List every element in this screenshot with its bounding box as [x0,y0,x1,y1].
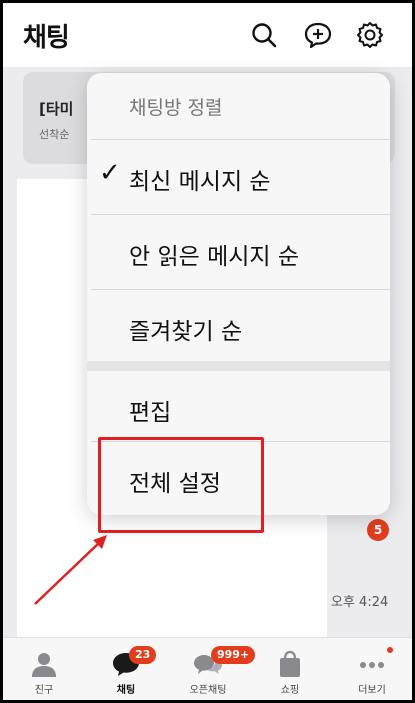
sort-menu-title: 채팅방 정렬 [129,97,223,119]
header: 채팅 [3,3,412,67]
menu-item-latest-label: 최신 메시지 순 [129,169,271,195]
checkmark-icon: ✓ [99,158,121,188]
tab-label: 쇼핑 [280,685,300,696]
person-icon [29,650,59,678]
new-chat-icon[interactable] [303,20,333,50]
highlight-box [98,437,264,533]
menu-item-favorites[interactable]: 즐겨찾기 순 [87,290,390,364]
tab-more[interactable]: 더보기 [331,638,412,700]
menu-item-edit-label: 편집 [129,400,172,426]
settings-icon[interactable] [355,20,385,50]
tab-label: 친구 [34,685,54,696]
app-screen: 채팅 [타미 선착순 5 오후 4:24 채팅방 정렬 ✓ 최신 메시지 순 안… [3,3,412,700]
tab-label: 더보기 [358,685,386,696]
chat-time: 오후 4:24 [331,595,389,610]
tab-shopping[interactable]: 쇼핑 [249,638,331,700]
menu-item-edit[interactable]: 편집 [87,371,390,445]
tab-badge: 23 [129,646,157,664]
menu-item-favorites-label: 즐겨찾기 순 [129,319,243,345]
banner-title: [타미 [39,100,74,118]
tab-friends[interactable]: 친구 [3,638,85,700]
tab-open-chat[interactable]: 999+ 오픈채팅 [167,638,256,700]
unread-badge: 5 [367,519,389,541]
banner-subtitle: 선착순 [39,128,70,141]
section-divider [87,361,390,371]
menu-item-latest[interactable]: ✓ 최신 메시지 순 [87,140,390,214]
menu-item-unread-label: 안 읽은 메시지 순 [129,244,300,270]
tab-label: 오픈채팅 [189,685,227,696]
more-dots-icon [357,650,387,678]
tab-label: 채팅 [116,685,136,696]
page-title: 채팅 [23,23,70,53]
search-icon[interactable] [249,20,279,50]
menu-item-unread[interactable]: 안 읽은 메시지 순 [87,215,390,289]
bottom-tab-bar: 친구 23 채팅 999+ 오픈채팅 쇼핑 더보기 [3,637,412,700]
tab-chats[interactable]: 23 채팅 [85,638,167,700]
shopping-bag-icon [275,650,305,678]
new-dot-indicator [387,647,393,653]
sort-menu-header: 채팅방 정렬 [87,73,390,139]
